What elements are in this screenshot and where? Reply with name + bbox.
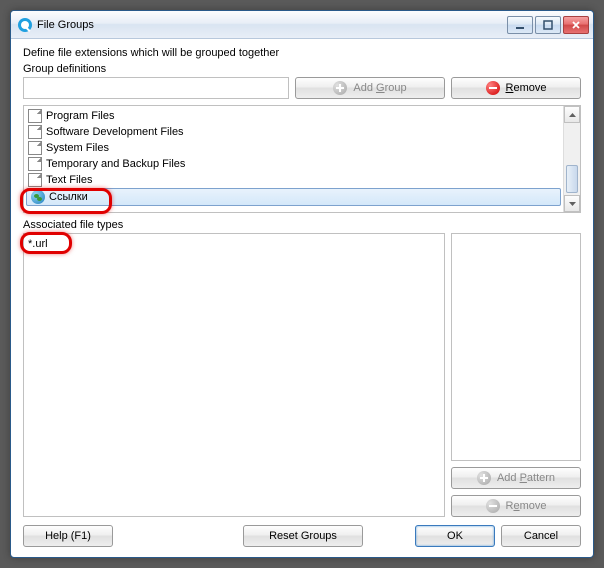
file-icon	[28, 173, 42, 187]
reset-groups-button[interactable]: Reset Groups	[243, 525, 363, 547]
add-group-button[interactable]: Add Group	[295, 77, 445, 99]
close-button[interactable]	[563, 16, 589, 34]
file-icon	[28, 157, 42, 171]
maximize-button[interactable]	[535, 16, 561, 34]
group-list[interactable]: Program Files Software Development Files…	[23, 105, 581, 213]
group-name-input[interactable]	[23, 77, 289, 99]
ok-button[interactable]: OK	[415, 525, 495, 547]
list-item: System Files	[26, 140, 561, 156]
remove-icon	[486, 81, 500, 95]
remove-pattern-button[interactable]: Remove	[451, 495, 581, 517]
plus-icon	[333, 81, 347, 95]
window-controls	[507, 16, 589, 34]
cancel-button[interactable]: Cancel	[501, 525, 581, 547]
add-pattern-button[interactable]: Add Pattern	[451, 467, 581, 489]
group-definitions-label: Group definitions	[23, 63, 581, 75]
scrollbar[interactable]	[563, 106, 580, 212]
list-item-selected: Ссылки	[26, 188, 561, 206]
titlebar[interactable]: File Groups	[11, 11, 593, 39]
associated-types-list[interactable]: *.url	[23, 233, 445, 517]
plus-icon	[477, 471, 491, 485]
list-item: Temporary and Backup Files	[26, 156, 561, 172]
minimize-button[interactable]	[507, 16, 533, 34]
help-button[interactable]: Help (F1)	[23, 525, 113, 547]
dialog-window: File Groups Define file extensions which…	[10, 10, 594, 558]
scroll-down-button[interactable]	[564, 195, 580, 212]
globe-icon	[31, 190, 45, 204]
scroll-thumb[interactable]	[566, 165, 578, 193]
file-icon	[28, 109, 42, 123]
list-item: Software Development Files	[26, 124, 561, 140]
file-icon	[28, 141, 42, 155]
file-icon	[28, 125, 42, 139]
pattern-input[interactable]	[451, 233, 581, 461]
list-item: Program Files	[26, 108, 561, 124]
list-item: Text Files	[26, 172, 561, 188]
app-icon	[17, 17, 33, 33]
list-item: *.url	[26, 236, 442, 252]
minus-icon	[486, 499, 500, 513]
associated-types-label: Associated file types	[23, 219, 581, 231]
window-title: File Groups	[37, 19, 507, 31]
description-text: Define file extensions which will be gro…	[23, 47, 581, 59]
scroll-up-button[interactable]	[564, 106, 580, 123]
remove-group-button[interactable]: Remove	[451, 77, 581, 99]
